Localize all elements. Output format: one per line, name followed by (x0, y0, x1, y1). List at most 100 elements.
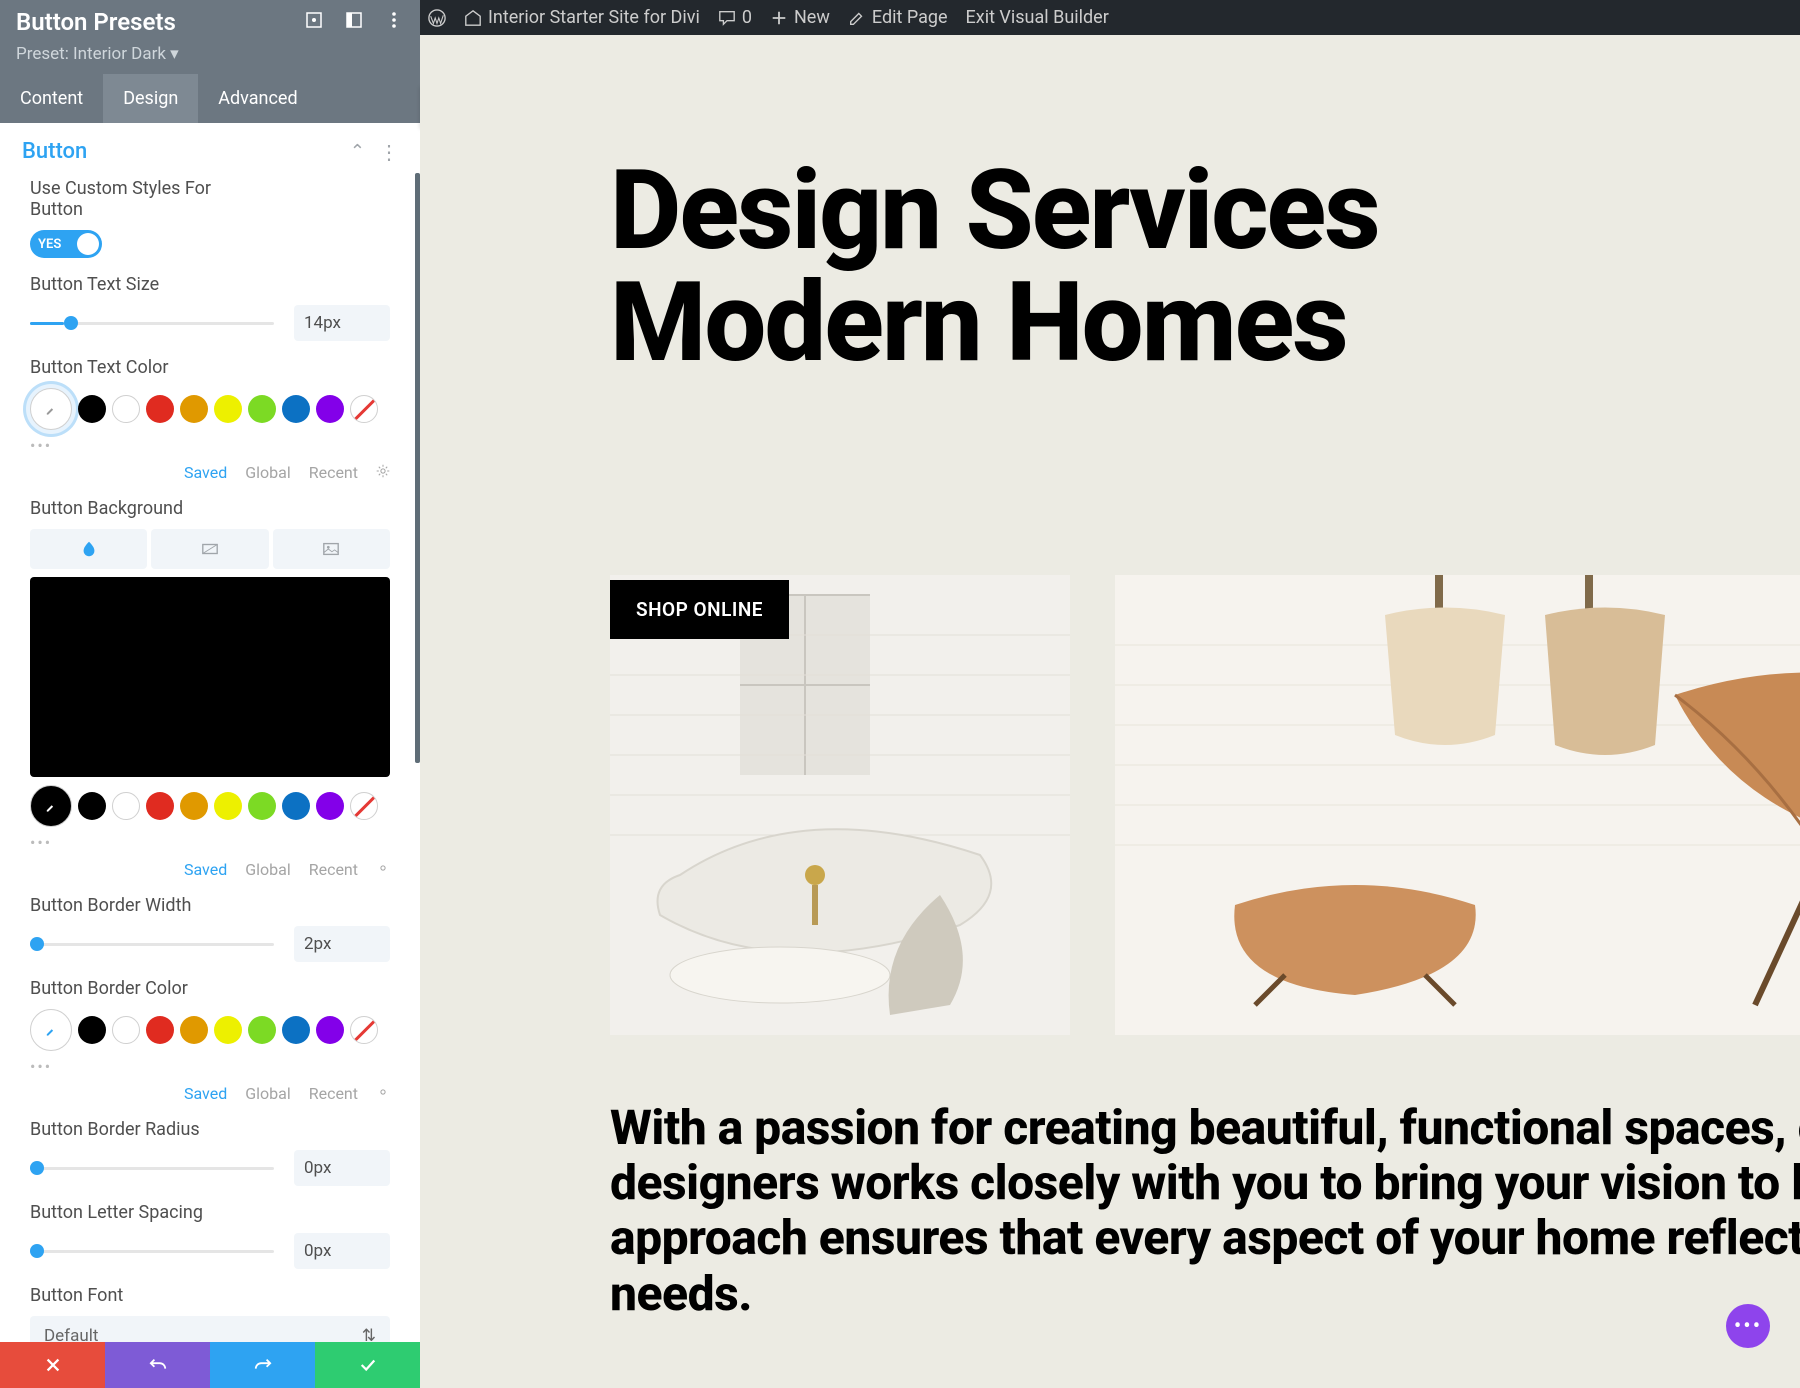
swatch-black[interactable] (78, 395, 106, 423)
bg-tab-gradient[interactable] (151, 529, 268, 569)
chevron-up-icon[interactable]: ⌃ (350, 141, 365, 162)
site-name: Interior Starter Site for Divi (488, 7, 700, 28)
more-swatches-icon[interactable]: ••• (30, 1057, 390, 1076)
color-tab-recent[interactable]: Recent (309, 1084, 358, 1103)
bg-label: Button Background (30, 498, 390, 519)
border-radius-slider[interactable] (30, 1167, 274, 1170)
sidebar-footer (0, 1342, 420, 1388)
color-tab-global[interactable]: Global (245, 860, 291, 879)
color-tab-saved[interactable]: Saved (184, 463, 227, 482)
cancel-button[interactable] (0, 1342, 105, 1388)
swatch-red[interactable] (146, 1016, 174, 1044)
swatch-orange[interactable] (180, 395, 208, 423)
swatch-yellow[interactable] (214, 395, 242, 423)
swatch-purple[interactable] (316, 395, 344, 423)
site-link[interactable]: Interior Starter Site for Divi (464, 7, 700, 28)
interior-image-left (610, 575, 1070, 1035)
text-color-label: Button Text Color (30, 357, 390, 378)
use-custom-styles-toggle[interactable]: YES (30, 230, 102, 258)
edit-page-label: Edit Page (872, 7, 948, 28)
swatch-blue[interactable] (282, 1016, 310, 1044)
swatch-green[interactable] (248, 395, 276, 423)
color-tab-recent[interactable]: Recent (309, 463, 358, 482)
border-width-slider[interactable] (30, 943, 274, 946)
settings-sidebar: Button Presets Preset: Interior Dark ▾ C… (0, 0, 420, 1388)
section-button-title[interactable]: Button (22, 139, 87, 164)
eyedropper-icon[interactable] (30, 1009, 72, 1051)
wp-admin-bar: Interior Starter Site for Divi 0 New Edi… (420, 0, 1800, 35)
border-color-swatches (30, 1009, 390, 1051)
swatch-none[interactable] (350, 395, 378, 423)
swatch-white[interactable] (112, 1016, 140, 1044)
swatch-yellow[interactable] (214, 1016, 242, 1044)
shop-online-button[interactable]: SHOP ONLINE (610, 580, 789, 639)
new-link[interactable]: New (770, 7, 830, 28)
builder-fab[interactable]: ••• (1726, 1304, 1770, 1348)
swatch-blue[interactable] (282, 395, 310, 423)
text-size-label: Button Text Size (30, 274, 390, 295)
color-tab-saved[interactable]: Saved (184, 1084, 227, 1103)
wp-logo-icon[interactable] (428, 9, 446, 27)
edit-page-link[interactable]: Edit Page (848, 7, 948, 28)
bg-tab-color[interactable] (30, 529, 147, 569)
color-tab-saved[interactable]: Saved (184, 860, 227, 879)
intro-paragraph: With a passion for creating beautiful, f… (610, 1100, 1800, 1321)
save-button[interactable] (315, 1342, 420, 1388)
font-label: Button Font (30, 1285, 390, 1306)
comments-link[interactable]: 0 (718, 7, 752, 28)
bg-tab-image[interactable] (273, 529, 390, 569)
font-value: Default (44, 1326, 98, 1342)
redo-button[interactable] (210, 1342, 315, 1388)
preset-selector[interactable]: Preset: Interior Dark ▾ (0, 44, 420, 74)
text-size-input[interactable]: 14px (294, 305, 390, 341)
swatch-purple[interactable] (316, 792, 344, 820)
gear-icon[interactable] (376, 463, 390, 482)
dock-icon[interactable] (344, 10, 364, 34)
swatch-black[interactable] (78, 792, 106, 820)
border-radius-input[interactable]: 0px (294, 1150, 390, 1186)
letter-spacing-slider[interactable] (30, 1250, 274, 1253)
page-preview: Design ServicesModern Homes SHOP ONLINE (420, 35, 1800, 1388)
swatch-yellow[interactable] (214, 792, 242, 820)
exit-builder-label: Exit Visual Builder (966, 7, 1109, 28)
eyedropper-icon[interactable] (30, 785, 72, 827)
bg-color-preview[interactable] (30, 577, 390, 777)
swatch-green[interactable] (248, 1016, 276, 1044)
exit-builder-link[interactable]: Exit Visual Builder (966, 7, 1109, 28)
tab-advanced[interactable]: Advanced (198, 74, 317, 123)
undo-button[interactable] (105, 1342, 210, 1388)
swatch-red[interactable] (146, 395, 174, 423)
tab-content[interactable]: Content (0, 74, 103, 123)
swatch-white[interactable] (112, 395, 140, 423)
swatch-orange[interactable] (180, 792, 208, 820)
swatch-red[interactable] (146, 792, 174, 820)
color-tab-global[interactable]: Global (245, 463, 291, 482)
comments-count: 0 (742, 7, 752, 28)
more-swatches-icon[interactable]: ••• (30, 833, 390, 852)
swatch-orange[interactable] (180, 1016, 208, 1044)
text-size-slider[interactable] (30, 322, 274, 325)
color-tab-recent[interactable]: Recent (309, 860, 358, 879)
eyedropper-icon[interactable] (30, 388, 72, 430)
swatch-purple[interactable] (316, 1016, 344, 1044)
swatch-white[interactable] (112, 792, 140, 820)
swatch-green[interactable] (248, 792, 276, 820)
swatch-none[interactable] (350, 1016, 378, 1044)
more-icon[interactable] (384, 10, 404, 34)
swatch-none[interactable] (350, 792, 378, 820)
border-radius-label: Button Border Radius (30, 1119, 390, 1140)
font-select[interactable]: Default⇅ (30, 1316, 390, 1342)
letter-spacing-label: Button Letter Spacing (30, 1202, 390, 1223)
expand-icon[interactable] (304, 10, 324, 34)
more-swatches-icon[interactable]: ••• (30, 436, 390, 455)
letter-spacing-input[interactable]: 0px (294, 1233, 390, 1269)
gear-icon[interactable] (376, 1084, 390, 1103)
border-width-input[interactable]: 2px (294, 926, 390, 962)
color-tab-global[interactable]: Global (245, 1084, 291, 1103)
tab-design[interactable]: Design (103, 74, 198, 123)
swatch-blue[interactable] (282, 792, 310, 820)
gear-icon[interactable] (376, 860, 390, 879)
sidebar-title: Button Presets (16, 8, 176, 36)
swatch-black[interactable] (78, 1016, 106, 1044)
section-more-icon[interactable]: ⋮ (379, 140, 398, 164)
